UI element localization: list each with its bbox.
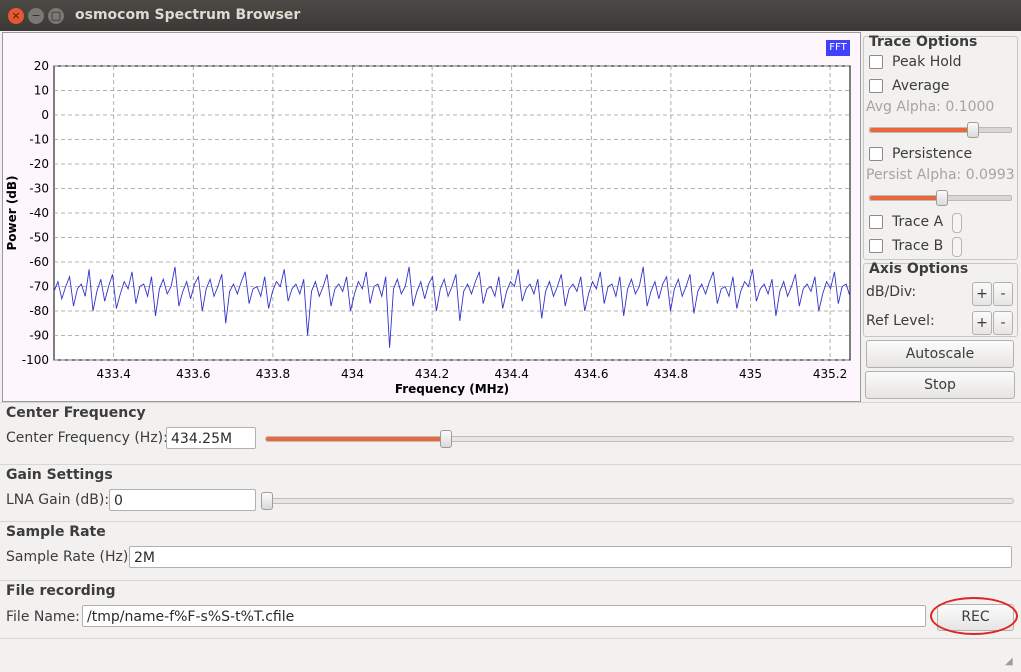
close-icon[interactable]: ×	[8, 8, 24, 24]
x-tick-label: 434.4	[495, 367, 529, 381]
x-axis-label: Frequency (MHz)	[395, 382, 509, 396]
spectrum-plot[interactable]: 20 10 0 -10 -20 -30 -40 -50 -60 -70 -80 -90 -100 433.…	[2, 32, 859, 400]
x-tick-label: 433.6	[176, 367, 210, 381]
y-tick-label: -40	[29, 206, 49, 220]
minimize-icon[interactable]: −	[28, 8, 44, 24]
y-tick-label: -10	[29, 133, 49, 147]
annotation-circle	[930, 597, 1018, 635]
avg-alpha-label: Avg Alpha: 0.1000	[866, 99, 995, 115]
divider	[0, 402, 1021, 403]
ref-level-minus-button[interactable]: -	[993, 311, 1013, 335]
average-checkbox[interactable]: Average	[869, 78, 950, 94]
divider	[0, 464, 1021, 465]
checkbox-box[interactable]	[869, 239, 883, 253]
x-tick-label: 434	[341, 367, 364, 381]
x-tick-label: 434.6	[574, 367, 608, 381]
y-tick-label: -20	[29, 157, 49, 171]
file-name-input[interactable]: /tmp/name-f%F-s%S-t%T.cfile	[82, 605, 926, 627]
trace-b-color-handle[interactable]	[952, 237, 962, 257]
window-title: osmocom Spectrum Browser	[75, 7, 301, 23]
x-tick-label: 435.2	[813, 367, 847, 381]
divider	[0, 521, 1021, 522]
checkbox-box[interactable]	[869, 147, 883, 161]
sample-rate-input[interactable]: 2M	[129, 546, 1012, 568]
checkbox-box[interactable]	[869, 79, 883, 93]
fft-legend-tag: FFT	[826, 40, 850, 56]
x-tick-label: 434.8	[654, 367, 688, 381]
gain-settings-title: Gain Settings	[6, 467, 113, 483]
persistence-checkbox[interactable]: Persistence	[869, 146, 972, 162]
y-tick-label: -60	[29, 255, 49, 269]
persist-alpha-label: Persist Alpha: 0.0993	[866, 167, 1015, 183]
lna-gain-slider[interactable]	[261, 492, 1014, 510]
title-bar: × − □ osmocom Spectrum Browser	[0, 0, 1021, 31]
center-frequency-label: Center Frequency (Hz):	[6, 430, 168, 446]
average-label: Average	[892, 78, 950, 94]
lna-gain-input[interactable]: 0	[109, 489, 256, 511]
slider-knob[interactable]	[440, 430, 452, 448]
file-recording-title: File recording	[6, 583, 116, 599]
peak-hold-label: Peak Hold	[892, 54, 962, 70]
y-tick-label: 20	[34, 59, 49, 73]
x-tick-label: 433.8	[256, 367, 290, 381]
peak-hold-checkbox[interactable]: Peak Hold	[869, 54, 962, 70]
avg-alpha-slider[interactable]	[869, 122, 1012, 138]
checkbox-box[interactable]	[869, 215, 883, 229]
x-tick-label: 435	[739, 367, 762, 381]
y-tick-label: -50	[29, 231, 49, 245]
resize-grip-icon[interactable]: ◢	[1005, 656, 1019, 670]
checkbox-box[interactable]	[869, 55, 883, 69]
status-bar: ◢	[0, 638, 1021, 672]
y-tick-label: -30	[29, 182, 49, 196]
divider	[0, 580, 1021, 581]
trace-b-checkbox[interactable]: Trace B	[869, 238, 943, 254]
trace-a-checkbox[interactable]: Trace A	[869, 214, 943, 230]
persist-alpha-slider[interactable]	[869, 190, 1012, 206]
center-frequency-input[interactable]: 434.25M	[166, 427, 256, 449]
y-tick-label: -70	[29, 280, 49, 294]
y-axis-label: Power (dB)	[5, 175, 19, 250]
file-name-label: File Name:	[6, 609, 80, 625]
autoscale-button[interactable]: Autoscale	[866, 340, 1014, 368]
persistence-label: Persistence	[892, 146, 973, 162]
sample-rate-label: Sample Rate (Hz):	[6, 549, 134, 565]
ref-level-label: Ref Level:	[866, 313, 935, 329]
ref-level-plus-button[interactable]: +	[972, 311, 992, 335]
x-tick-label: 433.4	[97, 367, 131, 381]
y-tick-label: -90	[29, 329, 49, 343]
trace-options-title: Trace Options	[869, 34, 978, 50]
y-tick-label: 10	[34, 84, 49, 98]
slider-knob[interactable]	[261, 492, 273, 510]
y-tick-label: 0	[41, 108, 49, 122]
sample-rate-title: Sample Rate	[6, 524, 106, 540]
center-frequency-slider[interactable]	[265, 430, 1014, 448]
trace-b-label: Trace B	[892, 238, 944, 254]
x-tick-label: 434.2	[415, 367, 449, 381]
db-div-label: dB/Div:	[866, 284, 917, 300]
center-frequency-title: Center Frequency	[6, 405, 146, 421]
lna-gain-label: LNA Gain (dB):	[6, 492, 110, 508]
y-tick-label: -100	[22, 353, 49, 367]
trace-a-color-handle[interactable]	[952, 213, 962, 233]
stop-button[interactable]: Stop	[865, 371, 1015, 399]
trace-a-label: Trace A	[892, 214, 944, 230]
y-tick-label: -80	[29, 304, 49, 318]
slider-knob[interactable]	[936, 190, 948, 206]
maximize-icon[interactable]: □	[48, 8, 64, 24]
axis-options-title: Axis Options	[869, 261, 969, 277]
db-div-minus-button[interactable]: -	[993, 282, 1013, 306]
slider-knob[interactable]	[967, 122, 979, 138]
db-div-plus-button[interactable]: +	[972, 282, 992, 306]
